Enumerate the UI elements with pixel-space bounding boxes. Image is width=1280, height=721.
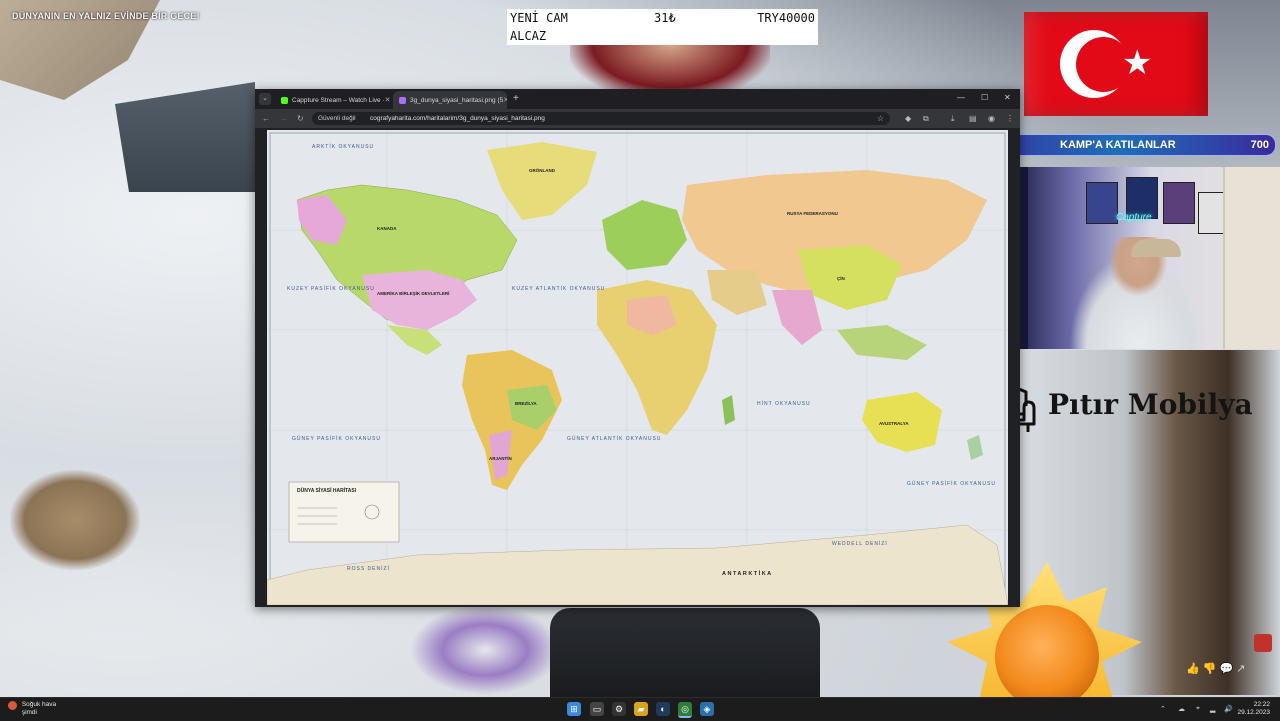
map-image: ARKTİK OKYANUSU KUZEY PASİFİK OKYANUSU K…	[267, 130, 1008, 605]
weather-line2: şimdi	[21, 709, 37, 716]
donation-second-line: ALCAZ	[510, 29, 547, 43]
label-s-pacific: GÜNEY PASİFİK OKYANUSU	[292, 435, 381, 442]
profile-icon[interactable]: ◉	[988, 114, 995, 123]
counter-label: KAMP'A KATILANLAR	[1060, 139, 1176, 151]
chrome-icon[interactable]: ◎	[678, 702, 692, 718]
map-legend: DÜNYA SİYASİ HARİTASI	[288, 481, 400, 543]
stream-title: DÜNYANIN EN YALNIZ EVİNDE BİR GECE!	[12, 11, 200, 21]
label-s-atlantic: GÜNEY ATLANTİK OKYANUSU	[567, 435, 661, 442]
label-usa: AMERİKA BİRLEŞİK DEVLETLERİ	[377, 290, 449, 296]
menu-dots-icon[interactable]: ⋮	[1006, 114, 1014, 123]
download-icon[interactable]: ⤓	[951, 114, 955, 124]
windows-taskbar: Soğuk hava şimdi ⊞ ▭ ⚙ ▰ ◐ ◎ ◈ ⌃ ☁ ⌖ ▂ 🔊…	[0, 697, 1280, 721]
cloud-icon[interactable]: ☁	[1178, 705, 1185, 713]
clock-date: 29.12.2023	[1237, 709, 1270, 716]
maximize-icon[interactable]: ☐	[981, 93, 988, 102]
forward-icon[interactable]: →	[280, 114, 288, 123]
label-russia: RUSYA FEDERASYONU	[787, 211, 838, 216]
tab-search-icon[interactable]: ⌄	[259, 93, 271, 105]
back-icon[interactable]: ←	[262, 114, 270, 123]
donation-amount: 31₺	[654, 11, 676, 25]
label-indian: HİNT OKYANUSU	[757, 400, 811, 407]
label-n-pacific: KUZEY PASİFİK OKYANUSU	[287, 285, 375, 292]
settings-icon[interactable]: ⚙	[612, 702, 626, 716]
label-china: ÇİN	[837, 275, 845, 281]
dirt-pile	[10, 470, 140, 570]
tab-bar: ⌄ Cappture Stream – Watch Live · ✕ 3g_du…	[255, 89, 1020, 109]
not-secure-label[interactable]: Güvenli değil	[318, 112, 356, 125]
donation-name: YENİ CAM	[510, 11, 568, 25]
start-icon[interactable]: ⊞	[567, 702, 581, 716]
clock-time: 22:22	[1253, 701, 1270, 708]
sponsor-banner: Pıtır Mobilya	[980, 380, 1270, 440]
app-icon[interactable]: ◈	[700, 702, 714, 716]
close-tab-icon[interactable]: ✕	[385, 96, 391, 104]
label-argentina: ARJANTİN	[489, 455, 512, 461]
mountain-hut	[115, 82, 255, 192]
location-icon[interactable]: ⌖	[1196, 705, 1200, 713]
camping-gear	[410, 605, 560, 695]
label-s-pacific-right: GÜNEY PASİFİK OKYANUSU	[907, 480, 996, 487]
sponsor-name: Pıtır Mobilya	[1048, 388, 1253, 421]
file-explorer-icon[interactable]: ▰	[634, 702, 648, 716]
label-canada: KANADA	[377, 226, 397, 231]
image-favicon-icon	[399, 96, 406, 104]
kick-favicon-icon	[281, 96, 288, 104]
label-n-atlantic: KUZEY ATLANTİK OKYANUSU	[512, 285, 605, 292]
system-clock[interactable]: 22:22 29.12.2023	[1237, 701, 1270, 717]
bookmark-star-icon[interactable]: ☆	[877, 112, 884, 125]
browser-toolbar: ← → ↻ Güvenli değil cografyaharita.com/h…	[255, 109, 1020, 128]
label-arctic: ARKTİK OKYANUSU	[312, 143, 374, 150]
label-greenland: GRÖNLAND	[529, 167, 556, 173]
close-tab-icon[interactable]: ✕	[503, 96, 507, 104]
address-bar[interactable]: Güvenli değil cografyaharita.com/harital…	[312, 112, 890, 125]
new-tab-icon[interactable]: +	[513, 93, 519, 104]
world-political-map: ARKTİK OKYANUSU KUZEY PASİFİK OKYANUSU K…	[267, 130, 1008, 605]
legend-title: DÜNYA SİYASİ HARİTASI	[297, 487, 357, 494]
label-ross: ROSS DENİZİ	[347, 565, 390, 572]
weather-icon	[8, 701, 17, 710]
weather-widget[interactable]: Soğuk hava şimdi	[8, 701, 56, 717]
steam-icon[interactable]: ◐	[656, 702, 670, 716]
donation-box: YENİ CAM 31₺ TRY40000 ALCAZ	[507, 9, 818, 45]
tab-map-image[interactable]: 3g_dunya_siyasi_haritasi.png (5 ✕	[393, 91, 507, 109]
tab-label: Cappture Stream – Watch Live ·	[292, 96, 385, 104]
weather-line1: Soğuk hava	[21, 701, 57, 708]
reload-icon[interactable]: ↻	[297, 114, 304, 123]
tray-chevron-icon[interactable]: ⌃	[1160, 705, 1166, 713]
network-icon[interactable]: ▂	[1210, 705, 1215, 713]
tab-kick-stream[interactable]: Cappture Stream – Watch Live · ✕	[275, 91, 393, 109]
close-window-icon[interactable]: ✕	[1004, 93, 1011, 102]
volume-icon[interactable]: 🔊	[1224, 705, 1233, 713]
browser-window: ⌄ Cappture Stream – Watch Live · ✕ 3g_du…	[255, 89, 1020, 607]
task-view-icon[interactable]: ▭	[590, 702, 604, 716]
label-australia: AVUSTRALYA	[879, 421, 909, 426]
extension-icon[interactable]: ◆	[905, 114, 911, 123]
sidebar-icon[interactable]: ▤	[969, 114, 977, 123]
label-weddell: WEDDELL DENİZİ	[832, 540, 888, 547]
url-text: cografyaharita.com/haritalarim/3g_dunya_…	[370, 115, 545, 122]
neon-sign: Capture	[1116, 212, 1152, 223]
label-brazil: BREZİLYA	[515, 400, 537, 406]
donation-total: TRY40000	[757, 11, 815, 25]
puzzle-icon[interactable]: ⧉	[923, 114, 929, 124]
channel-badge-icon	[1254, 634, 1272, 652]
tab-label: 3g_dunya_siyasi_haritasi.png (5	[410, 96, 504, 104]
minimize-icon[interactable]: —	[957, 93, 965, 102]
counter-right-value: 700	[1250, 139, 1269, 151]
turkish-flag-icon: ★	[1024, 12, 1208, 116]
label-antarctica: ANTARKTİKA	[722, 570, 773, 577]
